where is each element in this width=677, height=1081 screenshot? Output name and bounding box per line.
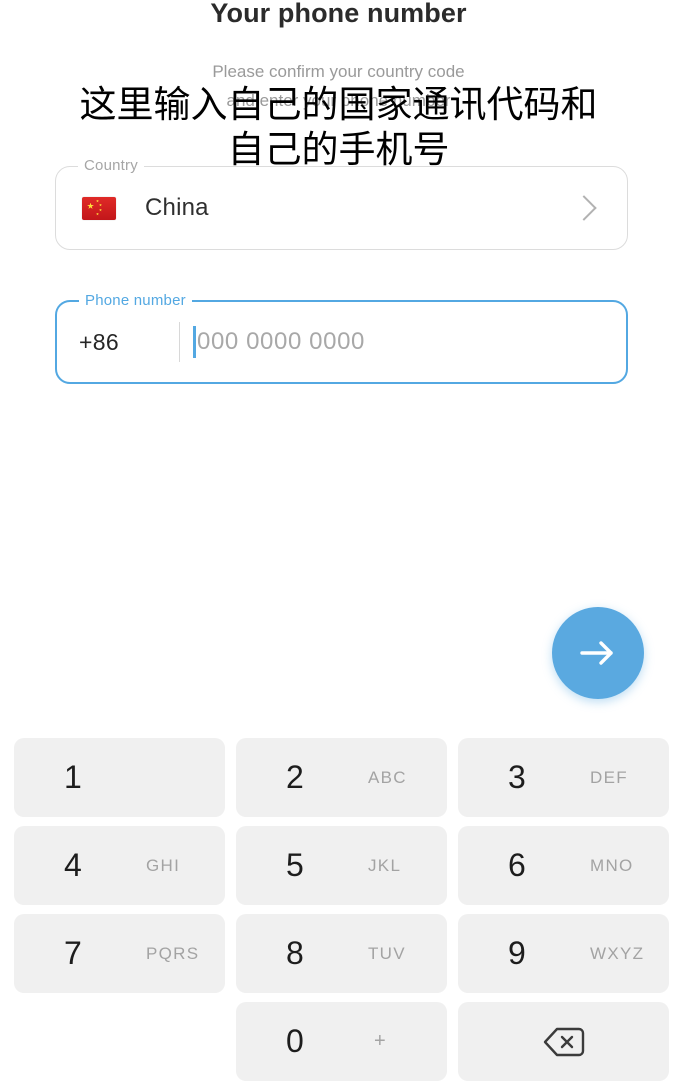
phone-input-placeholder[interactable]: 000 0000 0000 xyxy=(197,328,365,356)
key-8-letters: TUV xyxy=(368,943,406,963)
annotation-line-2: 自己的手机号 xyxy=(227,128,450,171)
key-7-digit: 7 xyxy=(64,935,82,971)
chevron-right-icon[interactable] xyxy=(571,195,597,221)
backspace-icon xyxy=(543,1026,585,1058)
key-1-digit: 1 xyxy=(64,759,82,795)
key-8[interactable]: 8 TUV xyxy=(236,914,447,993)
key-6[interactable]: 6 MNO xyxy=(458,826,669,905)
key-2-digit: 2 xyxy=(286,759,304,795)
next-button[interactable] xyxy=(552,607,644,699)
key-5-letters: JKL xyxy=(368,855,402,875)
key-2-letters: ABC xyxy=(368,767,407,787)
key-0-letters: + xyxy=(374,1030,387,1052)
key-4[interactable]: 4 GHI xyxy=(14,826,225,905)
country-selector[interactable]: Country China xyxy=(55,157,628,250)
country-value: China xyxy=(145,194,209,221)
key-0[interactable]: 0 + xyxy=(236,1002,447,1081)
phone-row[interactable]: +86 000 0000 0000 xyxy=(57,302,626,382)
field-divider xyxy=(179,322,180,362)
key-2[interactable]: 2 ABC xyxy=(236,738,447,817)
key-3[interactable]: 3 DEF xyxy=(458,738,669,817)
page-title: Your phone number xyxy=(210,0,467,28)
key-7[interactable]: 7 PQRS xyxy=(14,914,225,993)
key-9-letters: WXYZ xyxy=(590,943,645,963)
key-4-letters: GHI xyxy=(146,855,181,875)
key-6-letters: MNO xyxy=(590,855,634,875)
annotation-line-1: 这里输入自己的国家通讯代码和 xyxy=(79,83,598,126)
key-1[interactable]: 1 xyxy=(14,738,225,817)
key-5-digit: 5 xyxy=(286,847,304,883)
numeric-keypad[interactable]: 1 2 ABC 3 DEF 4 GHI 5 JKL 6 MNO 7 PQRS 8… xyxy=(0,738,677,1081)
dial-code-prefix: +86 xyxy=(79,328,119,355)
backspace-key[interactable] xyxy=(458,1002,669,1081)
key-5[interactable]: 5 JKL xyxy=(236,826,447,905)
china-flag-icon xyxy=(82,196,116,220)
text-cursor xyxy=(193,326,196,358)
key-0-digit: 0 xyxy=(286,1023,304,1059)
key-9-digit: 9 xyxy=(508,935,526,971)
key-3-letters: DEF xyxy=(590,767,628,787)
arrow-right-icon xyxy=(578,638,618,668)
country-row[interactable]: China xyxy=(56,167,627,249)
phone-number-field[interactable]: Phone number +86 000 0000 0000 xyxy=(55,292,628,384)
key-8-digit: 8 xyxy=(286,935,304,971)
key-6-digit: 6 xyxy=(508,847,526,883)
key-9[interactable]: 9 WXYZ xyxy=(458,914,669,993)
annotation-overlay: 这里输入自己的国家通讯代码和 自己的手机号 xyxy=(0,82,677,172)
key-blank xyxy=(14,1002,225,1081)
key-7-letters: PQRS xyxy=(146,943,200,963)
key-4-digit: 4 xyxy=(64,847,82,883)
key-3-digit: 3 xyxy=(508,759,526,795)
